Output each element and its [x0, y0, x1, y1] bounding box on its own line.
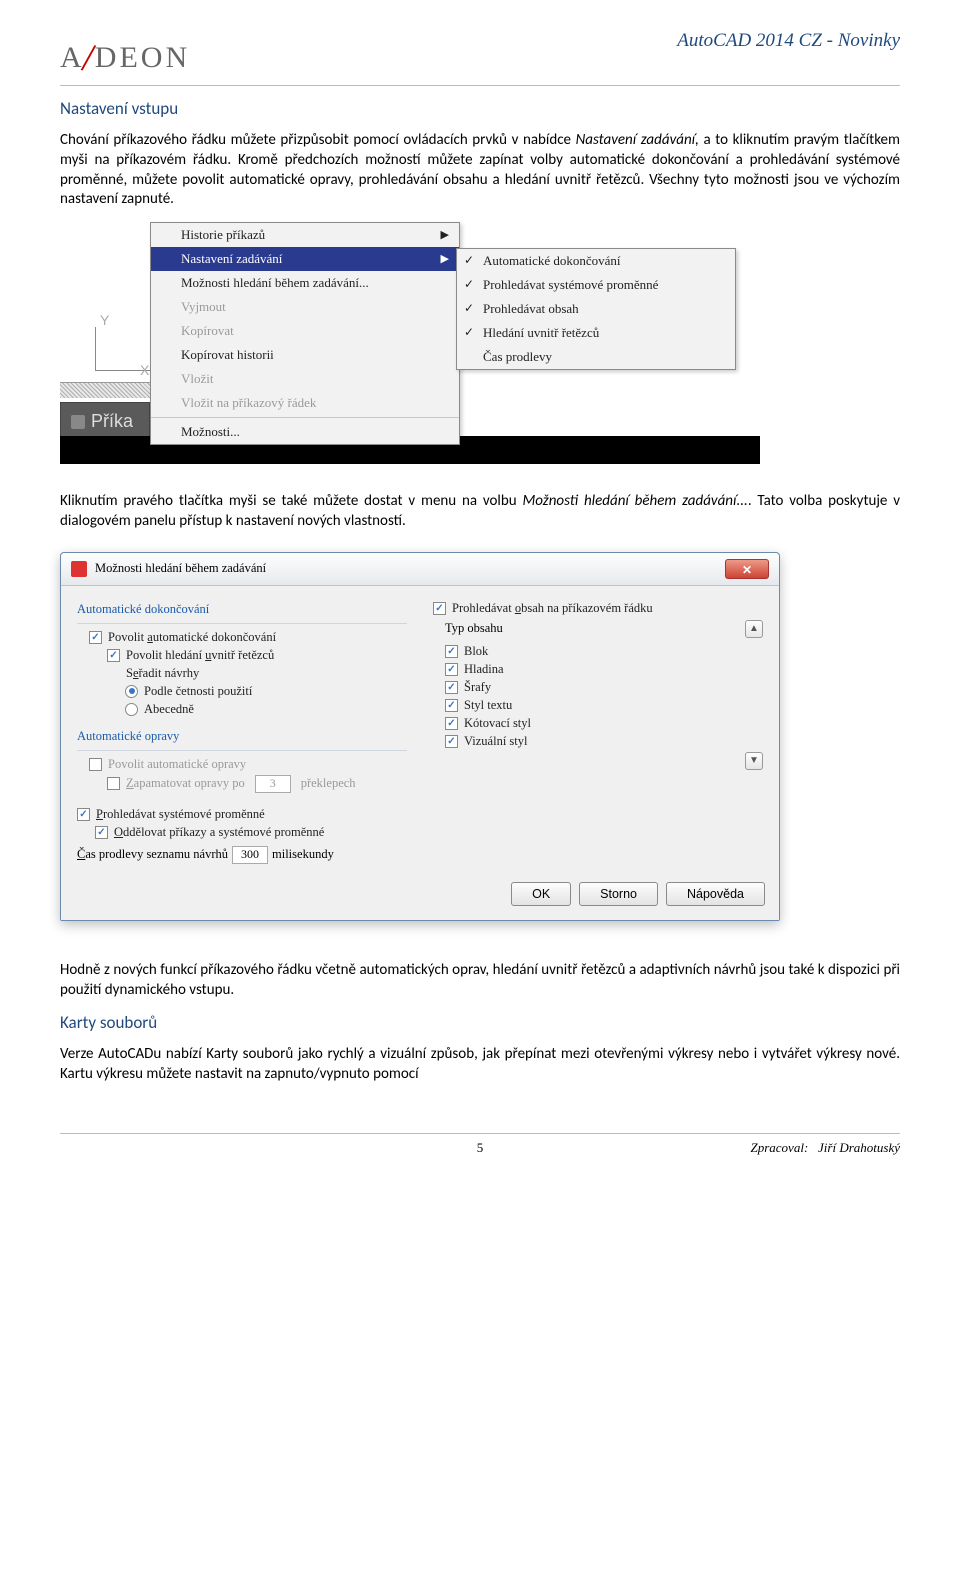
hatch-bar	[60, 382, 150, 398]
paragraph-2: Kliknutím pravého tlačítka myši se také …	[60, 492, 900, 532]
chevron-right-icon: ▶	[441, 228, 449, 241]
menu-item-copy-history[interactable]: Kopírovat historii	[151, 343, 459, 367]
label-sort-suggestions: Seřadit návrhy	[107, 666, 407, 681]
menu-item-search-options[interactable]: Možnosti hledání během zadávání...	[151, 271, 459, 295]
radio-alphabetically[interactable]: Abecedně	[125, 702, 407, 717]
checkbox-search-in-strings[interactable]: Povolit hledání uvnitř řetězců	[107, 648, 407, 663]
submenu-search-sysvar[interactable]: ✓Prohledávat systémové proměnné	[457, 273, 735, 297]
submenu-search-content[interactable]: ✓Prohledávat obsah	[457, 297, 735, 321]
menu-item-history[interactable]: Historie příkazů▶	[151, 223, 459, 247]
paragraph-4: Verze AutoCADu nabízí Karty souborů jako…	[60, 1045, 900, 1085]
checkbox-block[interactable]: Blok	[445, 644, 763, 659]
checkbox-dim-style[interactable]: Kótovací styl	[445, 716, 763, 731]
doc-title: AutoCAD 2014 CZ - Novinky	[677, 30, 900, 52]
checkbox-visual-style[interactable]: Vizuální styl	[445, 734, 763, 749]
row-delay: Čas prodlevy seznamu návrhů 300 miliseku…	[77, 846, 407, 864]
check-icon: ✓	[464, 277, 474, 292]
screenshot-context-menu: Y X Příka Historie příkazů▶ Nastavení za…	[60, 222, 760, 472]
menu-separator	[151, 417, 459, 418]
help-button[interactable]: Nápověda	[666, 882, 765, 906]
menu-item-options[interactable]: Možnosti...	[151, 420, 459, 444]
checkbox-enable-autocorrect[interactable]: Povolit automatické opravy	[89, 757, 407, 772]
checkbox-enable-autocompletion[interactable]: Povolit automatické dokončování	[89, 630, 407, 645]
dialog-titlebar: Možnosti hledání během zadávání ✕	[61, 553, 779, 586]
paragraph-3: Hodně z nových funkcí příkazového řádku …	[60, 961, 900, 1001]
input-delay-ms[interactable]: 300	[232, 846, 268, 864]
checkbox-layer[interactable]: Hladina	[445, 662, 763, 677]
input-typos-count[interactable]: 3	[255, 775, 291, 793]
section-title-input-settings: Nastavení vstupu	[60, 98, 900, 119]
radio-by-frequency[interactable]: Podle četnosti použití	[125, 684, 407, 699]
context-menu-main[interactable]: Historie příkazů▶ Nastavení zadávání▶ Mo…	[150, 222, 460, 445]
submenu-search-in-strings[interactable]: ✓Hledání uvnitř řetězců	[457, 321, 735, 345]
checkbox-search-content-cmdline[interactable]: Prohledávat obsah na příkazovém řádku	[433, 601, 763, 616]
paragraph-1: Chování příkazového řádku můžete přizpůs…	[60, 131, 900, 210]
axis-x-label: X	[140, 362, 149, 378]
chevron-up-icon[interactable]: ▲	[745, 620, 763, 638]
section-title-file-tabs: Karty souborů	[60, 1012, 900, 1033]
ok-button[interactable]: OK	[511, 882, 571, 906]
dialog-title-text: Možnosti hledání během zadávání	[95, 561, 266, 576]
check-icon: ✓	[464, 301, 474, 316]
chevron-right-icon: ▶	[441, 252, 449, 265]
submenu-autocompletion[interactable]: ✓Automatické dokončování	[457, 249, 735, 273]
logo: A/DEON	[60, 30, 190, 77]
checkbox-separate-cmd-sysvar[interactable]: Oddělovat příkazy a systémové proměnné	[95, 825, 407, 840]
checkbox-search-sysvar[interactable]: Prohledávat systémové proměnné	[77, 807, 407, 822]
menu-item-paste: Vložit	[151, 367, 459, 391]
check-icon: ✓	[464, 253, 474, 268]
checkbox-hatch[interactable]: Šrafy	[445, 680, 763, 695]
page-number: 5	[477, 1140, 484, 1156]
close-icon[interactable]	[71, 415, 85, 429]
header-rule	[60, 85, 900, 86]
context-menu-sub[interactable]: ✓Automatické dokončování ✓Prohledávat sy…	[456, 248, 736, 370]
menu-item-input-settings[interactable]: Nastavení zadávání▶	[151, 247, 459, 271]
close-icon[interactable]: ✕	[725, 559, 769, 579]
menu-item-paste-cmd: Vložit na příkazový řádek	[151, 391, 459, 415]
group-autocompletion: Automatické dokončování	[77, 602, 407, 617]
menu-item-cut: Vyjmout	[151, 295, 459, 319]
cancel-button[interactable]: Storno	[579, 882, 658, 906]
menu-item-copy: Kopírovat	[151, 319, 459, 343]
axis-y-label: Y	[100, 312, 109, 328]
group-autocorrect: Automatické opravy	[77, 729, 407, 744]
checkbox-remember-corrections: Zapamatovat opravy po 3 překlepech	[107, 775, 407, 793]
page-footer: 5 Zpracoval: Jiří Drahotuský	[60, 1133, 900, 1140]
chevron-down-icon[interactable]: ▼	[745, 752, 763, 770]
screenshot-dialog: Možnosti hledání během zadávání ✕ Automa…	[60, 552, 780, 921]
label-content-type: Typ obsahu	[445, 621, 503, 636]
submenu-delay-time[interactable]: Čas prodlevy	[457, 345, 735, 369]
check-icon: ✓	[464, 325, 474, 340]
app-icon	[71, 561, 87, 577]
checkbox-text-style[interactable]: Styl textu	[445, 698, 763, 713]
